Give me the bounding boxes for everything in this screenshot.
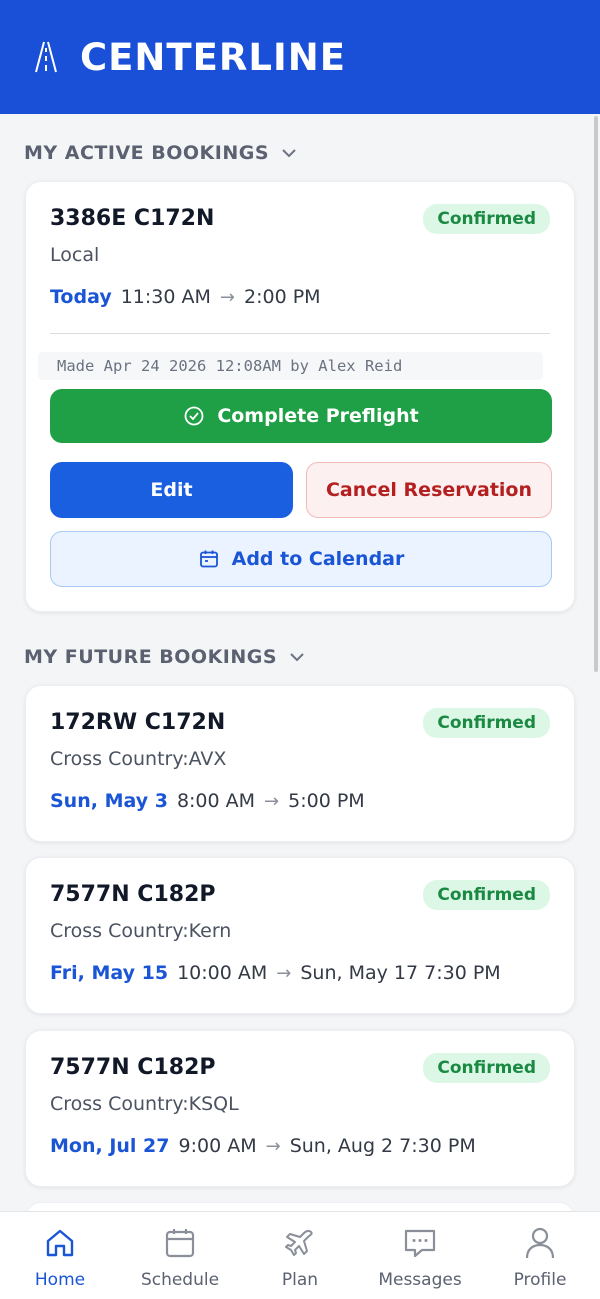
tail-number: 7577N C182P	[50, 882, 216, 907]
chevron-down-icon	[282, 149, 296, 158]
flight-purpose: Cross Country:Kern	[50, 920, 232, 942]
booking-day: Fri, May 15	[50, 962, 169, 984]
future-bookings-header[interactable]: MY FUTURE BOOKINGS	[24, 646, 305, 668]
main-content[interactable]: MY ACTIVE BOOKINGS 3386E C172N Confirmed…	[0, 114, 592, 1211]
status-badge: Confirmed	[423, 1053, 550, 1083]
booking-day: Mon, Jul 27	[50, 1135, 170, 1157]
edit-label: Edit	[150, 479, 193, 501]
calendar-icon	[199, 550, 218, 568]
runway-logo-icon	[35, 41, 57, 73]
booking-time-range: Sun, May 3 8:00 AM → 5:00 PM	[50, 790, 365, 812]
nav-profile[interactable]: Profile	[480, 1226, 600, 1290]
arrow-right-icon: →	[264, 790, 280, 812]
booking-time-range: Today 11:30 AM → 2:00 PM	[50, 286, 321, 308]
booking-time-range: Fri, May 15 10:00 AM → Sun, May 17 7:30 …	[50, 962, 501, 984]
booking-time-range: Mon, Jul 27 9:00 AM → Sun, Aug 2 7:30 PM	[50, 1135, 476, 1157]
tail-number: 172RW C172N	[50, 710, 226, 735]
active-bookings-title: MY ACTIVE BOOKINGS	[24, 142, 270, 164]
booking-made-by: Made Apr 24 2026 12:08AM by Alex Reid	[38, 352, 543, 380]
end-time: 2:00 PM	[244, 286, 321, 308]
nav-label: Profile	[513, 1270, 567, 1290]
add-to-calendar-button[interactable]: Add to Calendar	[50, 531, 552, 587]
complete-preflight-button[interactable]: Complete Preflight	[50, 389, 552, 443]
arrow-right-icon: →	[276, 962, 292, 984]
bottom-nav: Home Schedule Plan Messages Profile	[0, 1211, 600, 1299]
nav-messages[interactable]: Messages	[360, 1226, 480, 1290]
app-header: CENTERLINE	[0, 0, 600, 114]
preflight-label: Complete Preflight	[217, 405, 419, 427]
future-bookings-title: MY FUTURE BOOKINGS	[24, 646, 278, 668]
chat-icon	[404, 1229, 436, 1258]
nav-schedule[interactable]: Schedule	[120, 1226, 240, 1290]
nav-label: Messages	[378, 1270, 462, 1290]
plane-icon	[285, 1229, 313, 1256]
tail-number: 7577N C182P	[50, 1055, 216, 1080]
booking-day: Sun, May 3	[50, 790, 168, 812]
edit-button[interactable]: Edit	[50, 462, 293, 518]
active-booking-card: 3386E C172N Confirmed Local Today 11:30 …	[25, 181, 575, 612]
scrollbar[interactable]	[594, 116, 598, 672]
nav-label: Schedule	[140, 1270, 220, 1290]
arrow-right-icon: →	[219, 286, 235, 308]
booking-card-partial[interactable]	[25, 1202, 575, 1211]
booking-day: Today	[50, 286, 112, 308]
status-badge: Confirmed	[423, 708, 550, 738]
tail-number: 3386E C172N	[50, 206, 215, 231]
flight-purpose: Local	[50, 244, 100, 266]
nav-label: Plan	[281, 1270, 319, 1290]
status-badge: Confirmed	[423, 204, 550, 234]
divider	[50, 333, 550, 334]
nav-home[interactable]: Home	[0, 1226, 120, 1290]
start-time: 10:00 AM	[177, 962, 268, 984]
end-time: Sun, Aug 2 7:30 PM	[289, 1135, 476, 1157]
nav-label: Home	[34, 1270, 86, 1290]
flight-purpose: Cross Country:AVX	[50, 748, 227, 770]
status-badge: Confirmed	[423, 880, 550, 910]
arrow-right-icon: →	[265, 1135, 281, 1157]
start-time: 11:30 AM	[120, 286, 211, 308]
check-circle-icon	[184, 406, 204, 426]
nav-plan[interactable]: Plan	[240, 1226, 360, 1290]
user-icon	[525, 1227, 555, 1259]
cancel-reservation-button[interactable]: Cancel Reservation	[306, 462, 552, 518]
active-bookings-header[interactable]: MY ACTIVE BOOKINGS	[24, 142, 297, 164]
end-time: 5:00 PM	[288, 790, 365, 812]
end-time: Sun, May 17 7:30 PM	[300, 962, 501, 984]
calendar-label: Add to Calendar	[231, 548, 405, 570]
brand-title: CENTERLINE	[80, 35, 346, 79]
home-icon	[46, 1229, 74, 1257]
start-time: 9:00 AM	[178, 1135, 257, 1157]
calendar-icon	[165, 1229, 195, 1258]
booking-card[interactable]: 172RW C172N Confirmed Cross Country:AVX …	[25, 685, 575, 842]
booking-card[interactable]: 7577N C182P Confirmed Cross Country:KSQL…	[25, 1030, 575, 1187]
flight-purpose: Cross Country:KSQL	[50, 1093, 239, 1115]
cancel-label: Cancel Reservation	[325, 479, 533, 501]
start-time: 8:00 AM	[176, 790, 256, 812]
booking-card[interactable]: 7577N C182P Confirmed Cross Country:Kern…	[25, 857, 575, 1014]
chevron-down-icon	[290, 653, 304, 662]
